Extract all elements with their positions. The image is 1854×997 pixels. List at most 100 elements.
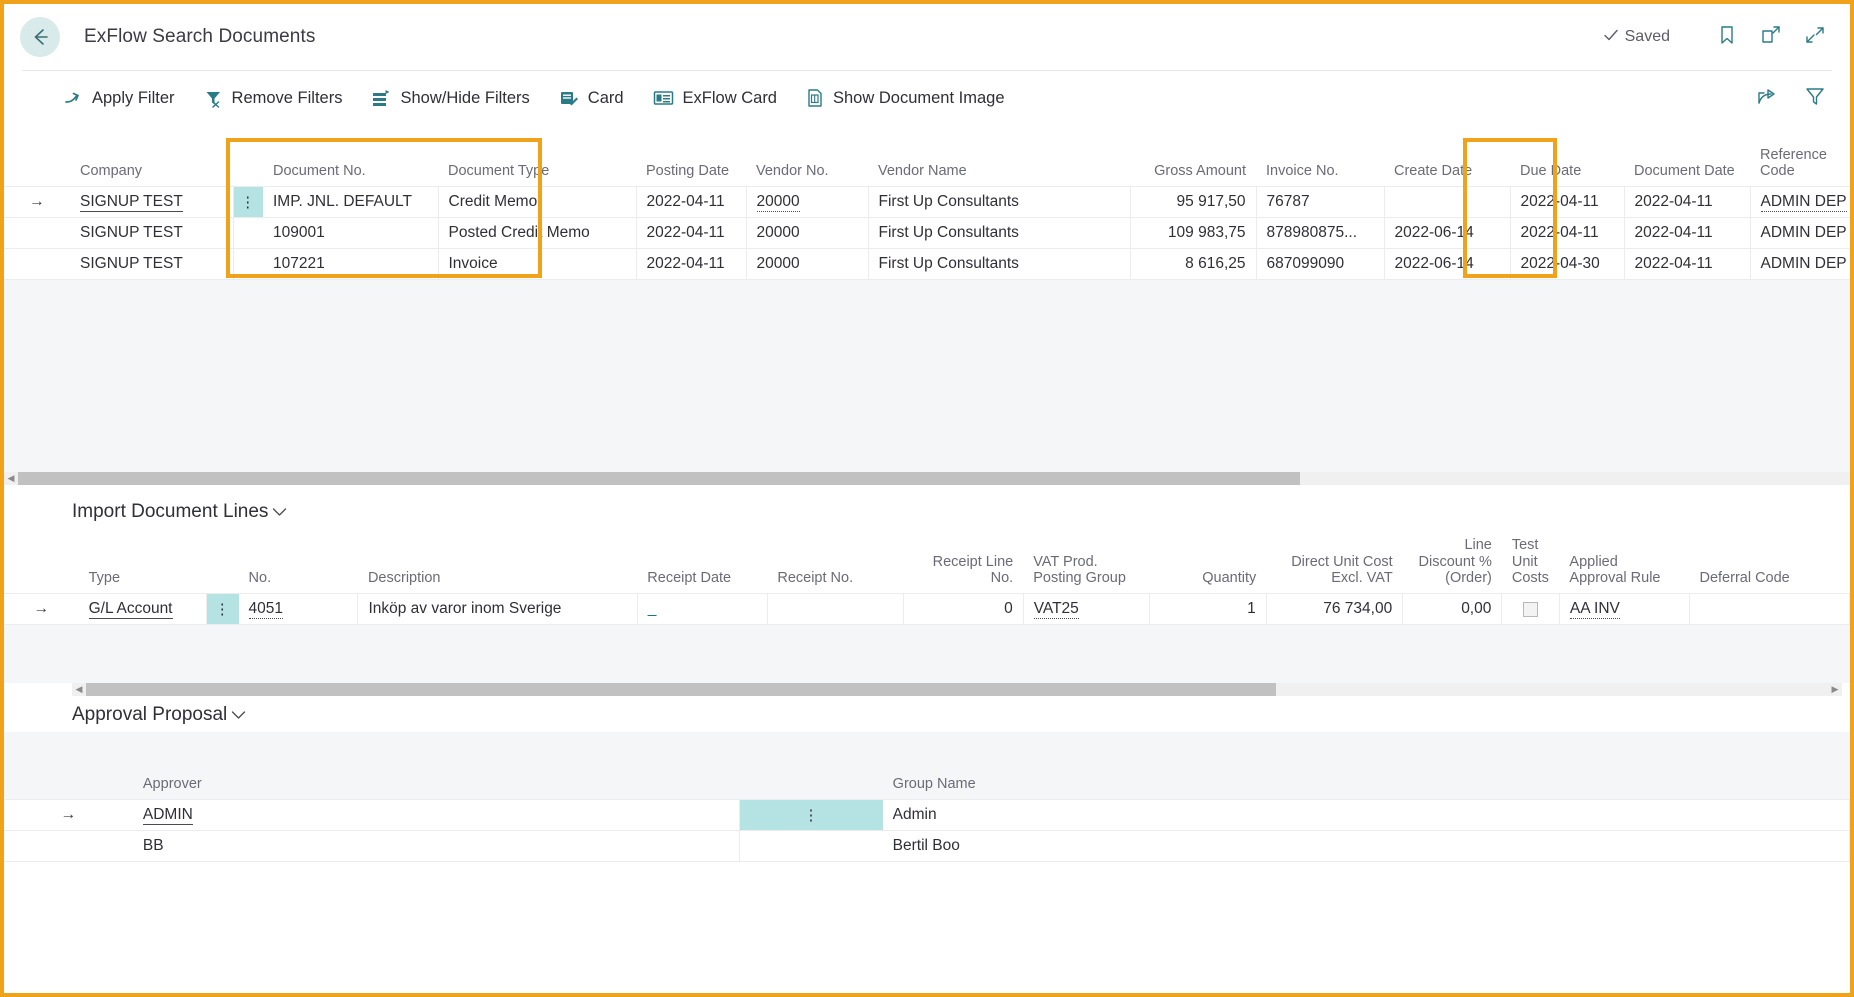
cell-invoice-no[interactable]: 878980875... — [1256, 217, 1385, 250]
col-invoice-no[interactable]: Invoice No. — [1256, 143, 1384, 187]
cell-direct-unit-cost[interactable]: 76 734,00 — [1266, 593, 1404, 626]
table-row[interactable]: → SIGNUP TEST ⋮ IMP. JNL. DEFAULT Credit… — [4, 186, 1850, 219]
test-unit-costs-checkbox[interactable] — [1523, 601, 1539, 617]
row-menu-button[interactable]: ⋮ — [206, 593, 239, 626]
cell-receipt-line-no[interactable]: 0 — [903, 593, 1024, 626]
col-document-date[interactable]: Document Date — [1624, 143, 1750, 187]
cell-document-type[interactable]: Invoice — [438, 248, 637, 281]
cell-line-discount[interactable]: 0,00 — [1402, 593, 1503, 626]
cell-document-no[interactable]: 107221 — [263, 248, 439, 281]
import-document-lines-section-toggle[interactable]: Import Document Lines — [4, 485, 1850, 533]
cell-vendor-no[interactable]: 20000 — [746, 186, 869, 219]
collapse-button[interactable] — [1798, 20, 1832, 54]
cell-gross-amount[interactable]: 95 917,50 — [1130, 186, 1257, 219]
remove-filters-button[interactable]: Remove Filters — [204, 89, 342, 108]
col-approver[interactable]: Approver — [132, 772, 230, 800]
table-row[interactable]: SIGNUP TEST 109001 Posted Credit Memo 20… — [4, 217, 1850, 250]
cell-document-date[interactable]: 2022-04-11 — [1624, 248, 1751, 281]
row-menu-button[interactable] — [739, 830, 883, 863]
cell-receipt-date[interactable]: _ — [637, 593, 768, 626]
cell-approver[interactable]: ADMIN — [132, 799, 230, 832]
col-receipt-line-no[interactable]: Receipt Line No. — [903, 533, 1024, 594]
open-in-new-window-button[interactable] — [1754, 20, 1788, 54]
col-receipt-date[interactable]: Receipt Date — [637, 533, 768, 594]
col-description[interactable]: Description — [357, 533, 638, 594]
cell-vendor-name[interactable]: First Up Consultants — [868, 248, 1131, 281]
cell-company[interactable]: SIGNUP TEST — [70, 186, 234, 219]
col-vat-prod-posting-group[interactable]: VAT Prod. Posting Group — [1023, 533, 1149, 594]
col-applied-approval-rule[interactable]: Applied Approval Rule — [1559, 533, 1690, 594]
cell-vat-prod-posting-group[interactable]: VAT25 — [1023, 593, 1150, 626]
cell-create-date[interactable]: 2022-06-14 — [1384, 217, 1511, 250]
cell-document-date[interactable]: 2022-04-11 — [1624, 186, 1751, 219]
col-group-name[interactable]: Group Name — [882, 772, 1850, 800]
cell-posting-date[interactable]: 2022-04-11 — [636, 248, 747, 281]
bookmark-button[interactable] — [1710, 20, 1744, 54]
col-no[interactable]: No. — [238, 533, 358, 594]
table-row[interactable]: SIGNUP TEST 107221 Invoice 2022-04-11 20… — [4, 248, 1850, 281]
cell-document-type[interactable]: Posted Credit Memo — [438, 217, 637, 250]
cell-no[interactable]: 4051 — [238, 593, 359, 626]
col-test-unit-costs[interactable]: Test Unit Costs — [1501, 533, 1560, 594]
cell-create-date[interactable]: 2022-06-14 — [1384, 248, 1511, 281]
scroll-left-arrow[interactable]: ◀ — [4, 472, 18, 485]
card-button[interactable]: Card — [559, 89, 624, 108]
cell-description[interactable]: Inköp av varor inom Sverige — [357, 593, 638, 626]
import-lines-horizontal-scrollbar[interactable]: ◀ ▶ — [72, 683, 1842, 697]
cell-gross-amount[interactable]: 109 983,75 — [1130, 217, 1257, 250]
cell-group-name[interactable]: Admin — [882, 799, 1850, 832]
cell-test-unit-costs[interactable] — [1501, 593, 1560, 626]
cell-deferral-code[interactable] — [1689, 593, 1850, 626]
cell-gross-amount[interactable]: 8 616,25 — [1130, 248, 1257, 281]
col-gross-amount[interactable]: Gross Amount — [1130, 143, 1256, 187]
cell-company[interactable]: SIGNUP TEST — [70, 248, 234, 281]
col-type[interactable]: Type — [78, 533, 207, 594]
show-hide-filters-button[interactable]: Show/Hide Filters — [371, 89, 530, 108]
cell-vendor-name[interactable]: First Up Consultants — [868, 186, 1131, 219]
cell-document-no[interactable]: 109001 — [263, 217, 439, 250]
documents-horizontal-scrollbar[interactable]: ◀ — [4, 472, 1850, 486]
cell-posting-date[interactable]: 2022-04-11 — [636, 186, 747, 219]
cell-invoice-no[interactable]: 76787 — [1256, 186, 1385, 219]
col-quantity[interactable]: Quantity — [1149, 533, 1267, 594]
col-document-no[interactable]: Document No. — [263, 143, 438, 187]
row-menu-button[interactable] — [233, 248, 263, 281]
cell-document-date[interactable]: 2022-04-11 — [1624, 217, 1751, 250]
col-line-discount[interactable]: Line Discount % (Order) — [1402, 533, 1502, 594]
share-button[interactable] — [1750, 81, 1784, 115]
col-posting-date[interactable]: Posting Date — [636, 143, 746, 187]
table-row[interactable]: → G/L Account ⋮ 4051 Inköp av varor inom… — [4, 593, 1850, 626]
row-menu-button[interactable]: ⋮ — [739, 799, 883, 832]
scroll-left-arrow[interactable]: ◀ — [72, 683, 86, 696]
cell-document-no[interactable]: IMP. JNL. DEFAULT — [263, 186, 439, 219]
row-menu-button[interactable]: ⋮ — [233, 186, 263, 219]
cell-vendor-name[interactable]: First Up Consultants — [868, 217, 1131, 250]
scroll-thumb[interactable] — [86, 683, 1276, 697]
exflow-card-button[interactable]: ExFlow Card — [653, 89, 777, 108]
cell-approver[interactable]: BB — [132, 830, 230, 863]
cell-reference-code[interactable]: ADMIN DEP — [1750, 217, 1850, 250]
cell-due-date[interactable]: 2022-04-11 — [1510, 186, 1625, 219]
col-due-date[interactable]: Due Date — [1510, 143, 1624, 187]
back-button[interactable] — [20, 17, 60, 57]
scroll-thumb[interactable] — [18, 472, 1300, 486]
cell-group-name[interactable]: Bertil Boo — [882, 830, 1850, 863]
col-create-date[interactable]: Create Date — [1384, 143, 1510, 187]
cell-reference-code[interactable]: ADMIN DEP — [1750, 186, 1850, 219]
cell-due-date[interactable]: 2022-04-30 — [1510, 248, 1625, 281]
col-receipt-no[interactable]: Receipt No. — [767, 533, 904, 594]
col-deferral-code[interactable]: Deferral Code — [1689, 533, 1850, 594]
cell-vendor-no[interactable]: 20000 — [746, 217, 869, 250]
cell-receipt-no[interactable] — [767, 593, 905, 626]
cell-company[interactable]: SIGNUP TEST — [70, 217, 234, 250]
cell-due-date[interactable]: 2022-04-11 — [1510, 217, 1625, 250]
col-direct-unit-cost[interactable]: Direct Unit Cost Excl. VAT — [1266, 533, 1403, 594]
cell-reference-code[interactable]: ADMIN DEP — [1750, 248, 1850, 281]
table-row[interactable]: → ADMIN ⋮ Admin — [4, 799, 1850, 832]
row-menu-button[interactable] — [233, 217, 263, 250]
filter-button[interactable] — [1798, 81, 1832, 115]
table-row[interactable]: BB Bertil Boo — [4, 830, 1850, 863]
show-document-image-button[interactable]: Show Document Image — [806, 88, 1005, 108]
col-reference-code[interactable]: Reference Code — [1750, 143, 1850, 187]
cell-quantity[interactable]: 1 — [1149, 593, 1267, 626]
